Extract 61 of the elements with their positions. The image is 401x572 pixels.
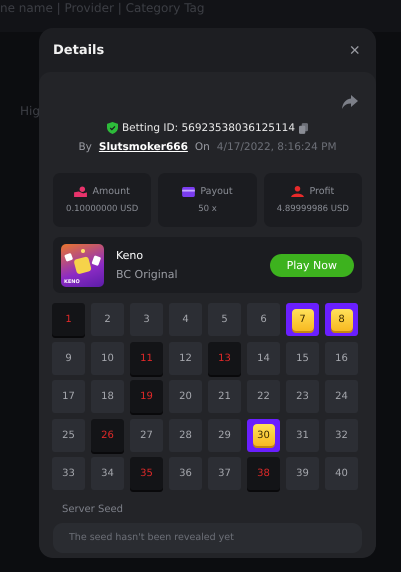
- tile-number: 17: [62, 391, 75, 402]
- tile-number: 33: [62, 468, 75, 479]
- seed-text: The seed hasn't been revealed yet: [69, 532, 234, 543]
- betting-id: Betting ID: 56923538036125114: [122, 122, 296, 134]
- tile-number: 12: [179, 352, 192, 364]
- tile-number: 18: [101, 391, 114, 402]
- tile-number: 11: [140, 352, 153, 364]
- tile-number: 13: [218, 352, 231, 364]
- tile-number: 14: [257, 352, 270, 364]
- close-button[interactable]: ×: [347, 41, 362, 59]
- tile-number: 21: [218, 391, 231, 402]
- tile-number: 35: [140, 468, 153, 479]
- by-label: By: [78, 141, 92, 153]
- dialog-title: Details: [53, 42, 104, 58]
- person-icon: [291, 186, 304, 197]
- tile-number: 31: [296, 430, 309, 440]
- tile-number: 30: [252, 424, 274, 446]
- bet-date: 4/17/2022, 8:16:24 PM: [216, 141, 337, 153]
- tile-number: 38: [257, 468, 270, 479]
- stat-value: 50 x: [198, 204, 217, 214]
- tile-number: 4: [182, 314, 189, 325]
- tile-number: 37: [218, 468, 231, 479]
- tile-number: 19: [140, 391, 153, 402]
- tile-number: 23: [296, 391, 309, 402]
- tile-number: 7: [292, 308, 314, 330]
- stat-value: 4.89999986 USD: [276, 204, 349, 214]
- tile-number: 25: [62, 430, 75, 440]
- game-provider: BC Original: [116, 268, 179, 281]
- tile-number: 36: [179, 468, 192, 479]
- seed-label: Server Seed: [62, 504, 124, 515]
- tile-number: 24: [335, 391, 348, 402]
- tile-number: 1: [65, 314, 72, 325]
- tile-number: 2: [104, 314, 111, 325]
- tile-number: 10: [101, 352, 114, 364]
- tile-number: 6: [260, 314, 267, 325]
- on-label: On: [194, 141, 210, 153]
- stat-label: Amount: [92, 186, 130, 197]
- stat-value: 0.10000000 USD: [66, 204, 138, 214]
- tile-number: 40: [335, 468, 348, 479]
- user-link[interactable]: Slutsmoker666: [98, 141, 188, 153]
- tile-number: 22: [257, 391, 270, 402]
- stat-label: Profit: [309, 186, 334, 197]
- tile-number: 3: [143, 314, 150, 325]
- tile-number: 28: [179, 430, 192, 440]
- tile-number: 34: [101, 468, 114, 479]
- tile-number: 39: [296, 468, 309, 479]
- tile-number: 15: [296, 352, 309, 364]
- tile-number: 32: [335, 430, 348, 440]
- game-name: Keno: [116, 249, 144, 262]
- tile-number: 29: [218, 430, 231, 440]
- stat-label: Payout: [200, 186, 233, 197]
- tile-number: 20: [179, 391, 192, 402]
- copy-icon[interactable]: [299, 122, 308, 134]
- tile-number: 26: [101, 430, 114, 440]
- tile-number: 8: [330, 308, 352, 330]
- share-icon[interactable]: [342, 95, 358, 109]
- tile-number: 27: [140, 430, 153, 440]
- tile-number: 5: [221, 314, 228, 325]
- tile-number: 9: [65, 352, 72, 364]
- card-icon: [182, 186, 196, 196]
- tile-number: 16: [335, 352, 348, 364]
